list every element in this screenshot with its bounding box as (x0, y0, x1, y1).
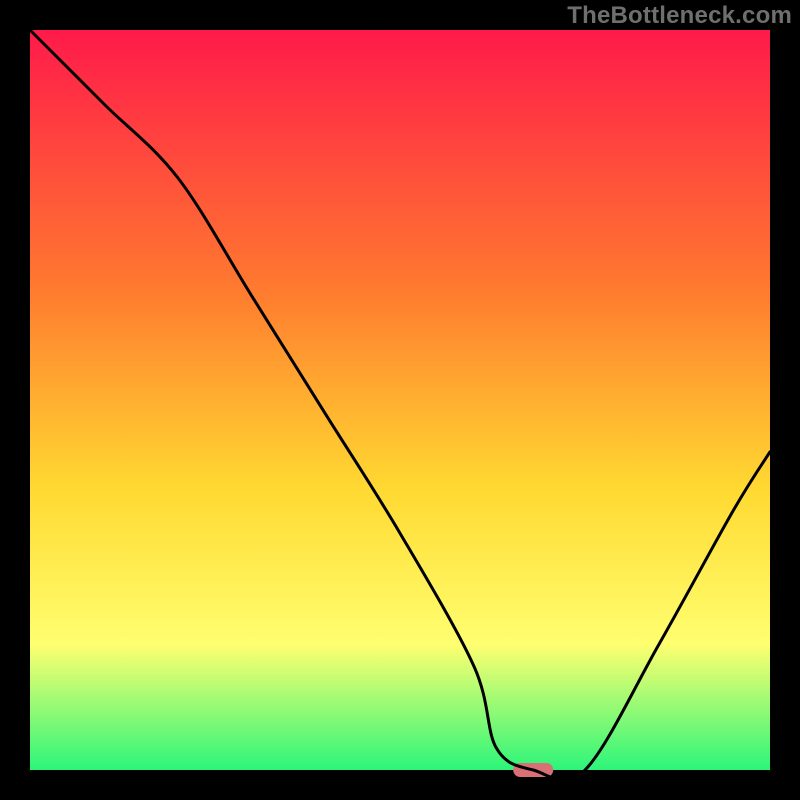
chart-container: TheBottleneck.com (0, 0, 800, 800)
plot-background (30, 30, 770, 770)
watermark-text: TheBottleneck.com (567, 2, 792, 30)
bottleneck-chart (0, 0, 800, 800)
